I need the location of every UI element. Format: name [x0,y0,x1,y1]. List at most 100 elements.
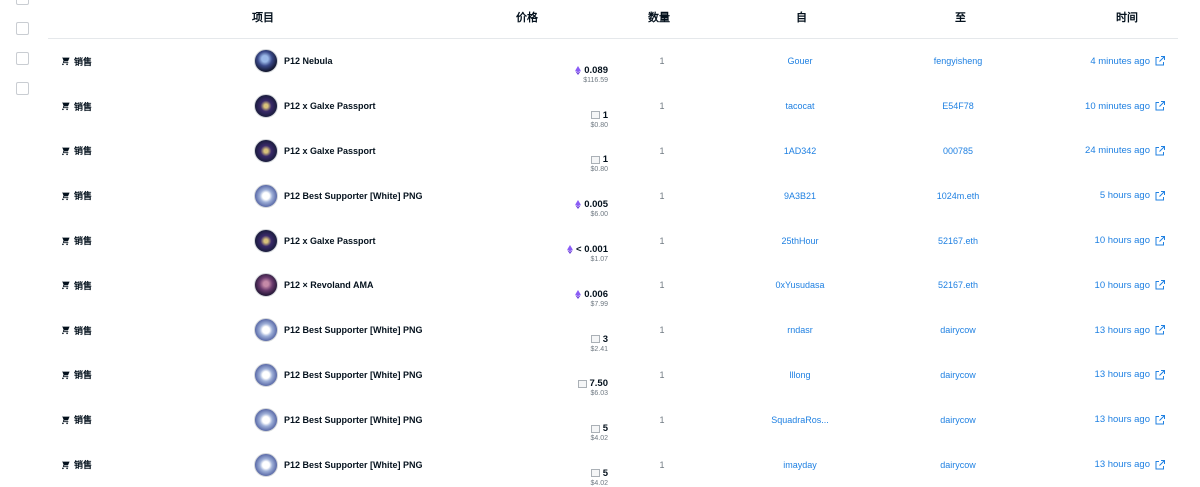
to-account[interactable]: dairycow [896,442,1020,487]
item-avatar[interactable] [254,183,278,208]
item-cell[interactable]: P12 Best Supporter [White] PNG [254,173,423,218]
item-name[interactable]: P12 Best Supporter [White] PNG [284,325,423,335]
external-link-icon[interactable] [1154,279,1166,291]
broken-image-icon [590,469,600,478]
time-link[interactable]: 13 hours ago [1038,353,1166,398]
from-account[interactable]: 0xYusudasa [738,263,862,308]
table-row[interactable]: 销售 P12 Best Supporter [White] PNG 3 $2.41 1 r… [48,308,1178,353]
time-link[interactable]: 5 hours ago [1038,173,1166,218]
time-ago[interactable]: 24 minutes ago [1085,145,1150,156]
event-label: 销售 [74,280,93,291]
external-link-icon[interactable] [1154,369,1166,381]
from-account[interactable]: tacocat [738,84,862,129]
table-row[interactable]: 销售 P12 Best Supporter [White] PNG 5 $4.02 1 S… [48,397,1178,442]
item-cell[interactable]: P12 Best Supporter [White] PNG [254,353,423,398]
table-row[interactable]: 销售 P12 Nebula 0.089 $116.59 1 Gouer fengyishen… [48,39,1178,84]
from-account[interactable]: lllong [738,353,862,398]
external-link-icon[interactable] [1154,414,1166,426]
item-avatar[interactable] [254,273,278,298]
filter-checkbox[interactable] [16,52,29,65]
item-avatar[interactable] [254,94,278,119]
item-avatar[interactable] [254,452,278,477]
time-link[interactable]: 10 hours ago [1038,218,1166,263]
item-cell[interactable]: P12 Nebula [254,39,333,84]
filter-checkbox[interactable] [16,22,29,35]
item-avatar[interactable] [254,49,278,74]
table-row[interactable]: 销售 P12 Best Supporter [White] PNG 7.50 $6.0… [48,353,1178,398]
item-avatar[interactable] [254,138,278,163]
time-ago[interactable]: 13 hours ago [1095,369,1150,380]
item-name[interactable]: P12 Nebula [284,56,333,66]
time-ago[interactable]: 13 hours ago [1095,414,1150,425]
from-account[interactable]: 9A3B21 [738,173,862,218]
time-link[interactable]: 4 minutes ago [1038,39,1166,84]
external-link-icon[interactable] [1154,235,1166,247]
price-value: 1 [602,154,608,166]
time-link[interactable]: 13 hours ago [1038,397,1166,442]
to-account[interactable]: E54F78 [896,84,1020,129]
item-name[interactable]: P12 × Revoland AMA [284,280,373,290]
table-row[interactable]: 销售 P12 x Galxe Passport 1 $0.80 1 1AD342 00078… [48,129,1178,174]
item-name[interactable]: P12 Best Supporter [White] PNG [284,415,423,425]
time-ago[interactable]: 10 minutes ago [1085,101,1150,112]
to-account[interactable]: 000785 [896,129,1020,174]
item-name[interactable]: P12 Best Supporter [White] PNG [284,191,423,201]
price-usd: $6.00 [590,211,608,219]
external-link-icon[interactable] [1154,100,1166,112]
filter-checkbox[interactable] [16,0,29,5]
time-link[interactable]: 10 minutes ago [1038,84,1166,129]
table-row[interactable]: 销售 P12 x Galxe Passport 1 $0.80 1 tacocat E54F… [48,84,1178,129]
time-ago[interactable]: 5 hours ago [1100,190,1150,201]
from-account[interactable]: SquadraRos... [738,397,862,442]
item-avatar[interactable] [254,318,278,343]
time-link[interactable]: 13 hours ago [1038,308,1166,353]
to-account[interactable]: 52167.eth [896,218,1020,263]
item-cell[interactable]: P12 Best Supporter [White] PNG [254,308,423,353]
item-cell[interactable]: P12 x Galxe Passport [254,84,376,129]
quantity: 1 [659,235,665,246]
to-account[interactable]: fengyisheng [896,39,1020,84]
time-ago[interactable]: 13 hours ago [1095,459,1150,470]
item-avatar[interactable] [254,362,278,387]
filter-checkbox[interactable] [16,82,29,95]
table-row[interactable]: 销售 P12 Best Supporter [White] PNG 0.005 $6.… [48,173,1178,218]
table-row[interactable]: 销售 P12 × Revoland AMA 0.006 $7.99 1 0xYusudas… [48,263,1178,308]
table-row[interactable]: 销售 P12 Best Supporter [White] PNG 5 $4.02 1 i… [48,442,1178,487]
from-account[interactable]: Gouer [738,39,862,84]
from-account[interactable]: 25thHour [738,218,862,263]
external-link-icon[interactable] [1154,145,1166,157]
item-cell[interactable]: P12 × Revoland AMA [254,263,373,308]
to-account[interactable]: 52167.eth [896,263,1020,308]
item-name[interactable]: P12 Best Supporter [White] PNG [284,460,423,470]
from-account[interactable]: rndasr [738,308,862,353]
to-account[interactable]: dairycow [896,308,1020,353]
external-link-icon[interactable] [1154,55,1166,67]
external-link-icon[interactable] [1154,459,1166,471]
time-ago[interactable]: 10 hours ago [1095,235,1150,246]
filter-checkboxes [16,0,30,112]
time-ago[interactable]: 4 minutes ago [1090,56,1150,67]
time-link[interactable]: 13 hours ago [1038,442,1166,487]
item-cell[interactable]: P12 x Galxe Passport [254,218,376,263]
to-account[interactable]: dairycow [896,397,1020,442]
table-row[interactable]: 销售 P12 x Galxe Passport < 0.001 $1.07 1 25thH… [48,218,1178,263]
item-avatar[interactable] [254,228,278,253]
time-ago[interactable]: 10 hours ago [1095,280,1150,291]
external-link-icon[interactable] [1154,190,1166,202]
time-link[interactable]: 24 minutes ago [1038,129,1166,174]
from-account[interactable]: 1AD342 [738,129,862,174]
item-cell[interactable]: P12 Best Supporter [White] PNG [254,397,423,442]
item-name[interactable]: P12 x Galxe Passport [284,101,376,111]
external-link-icon[interactable] [1154,324,1166,336]
item-name[interactable]: P12 x Galxe Passport [284,236,376,246]
item-name[interactable]: P12 x Galxe Passport [284,146,376,156]
time-link[interactable]: 10 hours ago [1038,263,1166,308]
to-account[interactable]: 1024m.eth [896,173,1020,218]
item-cell[interactable]: P12 Best Supporter [White] PNG [254,442,423,487]
to-account[interactable]: dairycow [896,353,1020,398]
item-cell[interactable]: P12 x Galxe Passport [254,129,376,174]
time-ago[interactable]: 13 hours ago [1095,325,1150,336]
from-account[interactable]: imayday [738,442,862,487]
item-avatar[interactable] [254,407,278,432]
item-name[interactable]: P12 Best Supporter [White] PNG [284,370,423,380]
